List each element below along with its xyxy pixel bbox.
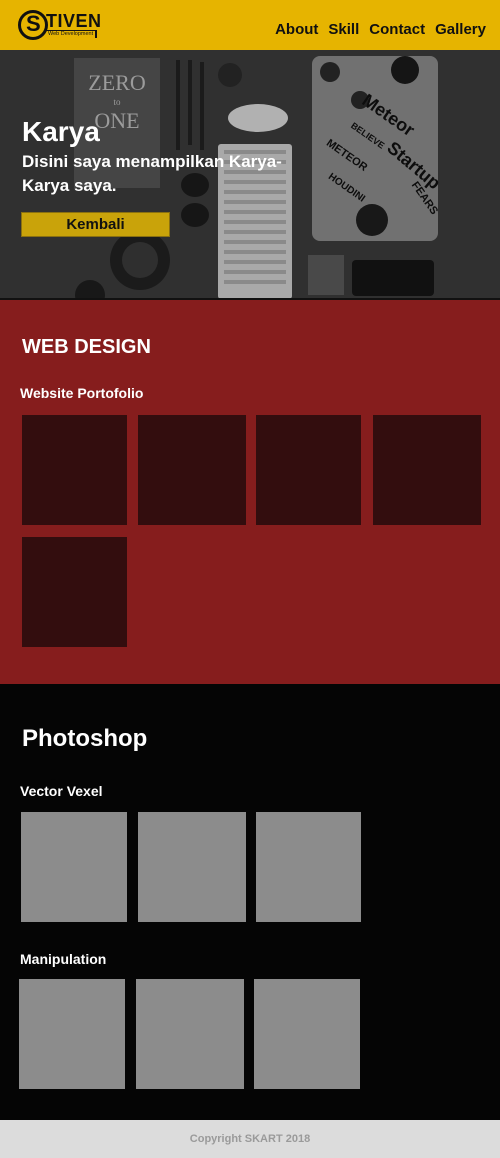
kembali-button[interactable]: Kembali [21,212,170,237]
web-portfolio-tile[interactable] [138,415,246,525]
web-design-section: WEB DESIGN Website Portofolio [0,300,500,684]
nav-gallery[interactable]: Gallery [435,21,486,38]
logo-initial: S [26,11,41,36]
main-nav: About Skill Contact Gallery [275,21,486,38]
manipulation-tile[interactable] [136,979,244,1089]
manipulation-tile[interactable] [254,979,360,1089]
hero-banner: ZERO to ONE Meteor Startup METEOR HOUDIN… [0,50,500,300]
photoshop-title: Photoshop [22,725,148,752]
web-portfolio-tile[interactable] [256,415,361,525]
web-portfolio-tile[interactable] [373,415,481,525]
web-design-title: WEB DESIGN [22,336,151,358]
website-portfolio-label: Website Portofolio [20,385,144,401]
logo-tagline: Web Development [46,30,98,38]
manipulation-tile[interactable] [19,979,125,1089]
photoshop-section: Photoshop Vector Vexel Manipulation [0,684,500,1120]
vector-vexel-label: Vector Vexel [20,783,103,799]
manipulation-label: Manipulation [20,951,107,967]
site-footer: Copyright SKART 2018 [0,1120,500,1158]
nav-contact[interactable]: Contact [369,21,425,38]
nav-about[interactable]: About [275,21,318,38]
web-portfolio-tile[interactable] [22,415,127,525]
web-portfolio-tile[interactable] [22,537,127,647]
hero-subtitle: Disini saya menampilkan Karya-Karya saya… [22,152,282,195]
hero-title: Karya [22,116,100,147]
copyright-text: Copyright SKART 2018 [189,1133,311,1145]
site-header: S TIVEN Web Development About Skill Cont… [0,0,500,50]
nav-skill[interactable]: Skill [328,21,359,38]
vector-vexel-tile[interactable] [21,812,127,922]
site-logo[interactable]: S TIVEN Web Development [18,10,102,40]
vector-vexel-tile[interactable] [256,812,361,922]
logo-word: TIVEN [46,11,102,31]
vector-vexel-tile[interactable] [138,812,246,922]
